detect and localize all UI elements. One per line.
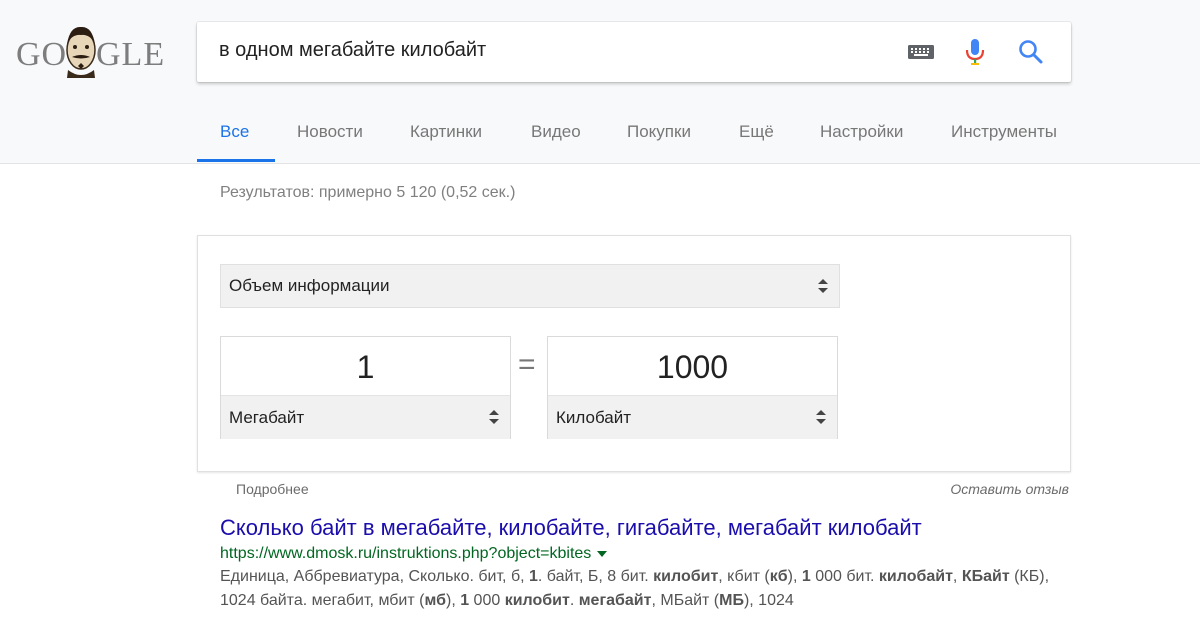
logo-text-right: GLE bbox=[96, 36, 166, 73]
from-value-input[interactable]: 1 bbox=[221, 337, 510, 395]
tab-news[interactable]: Новости bbox=[297, 106, 363, 164]
snippet-text: . байт, Б, 8 бит. bbox=[537, 568, 654, 585]
to-unit-box: 1000 Килобайт bbox=[547, 336, 838, 439]
search-icon[interactable] bbox=[1015, 36, 1047, 68]
select-arrows-icon bbox=[818, 279, 828, 293]
snippet-highlight: 1 bbox=[460, 592, 470, 609]
snippet-highlight: мегабайт bbox=[578, 592, 652, 609]
snippet-highlight: 1 bbox=[529, 568, 538, 585]
result-url-row: https://www.dmosk.ru/instruktions.php?ob… bbox=[220, 545, 1060, 563]
snippet-highlight: КБайт bbox=[961, 568, 1010, 585]
search-box bbox=[197, 22, 1071, 82]
category-select-label: Объем информации bbox=[229, 276, 390, 295]
to-value-input[interactable]: 1000 bbox=[548, 337, 837, 395]
keyboard-icon[interactable] bbox=[905, 36, 937, 68]
mic-icon[interactable] bbox=[959, 36, 991, 68]
category-select[interactable]: Объем информации bbox=[220, 264, 840, 308]
snippet-text: 000 bbox=[469, 592, 505, 609]
snippet-highlight: мб bbox=[424, 592, 446, 609]
snippet-highlight: килобит bbox=[653, 568, 719, 585]
results-stats: Результатов: примерно 5 120 (0,52 сек.) bbox=[220, 184, 516, 201]
from-unit-select[interactable]: Мегабайт bbox=[221, 395, 510, 439]
logo-text-left: GO bbox=[16, 36, 68, 73]
select-arrows-icon bbox=[816, 410, 826, 424]
from-unit-label: Мегабайт bbox=[229, 408, 305, 427]
tab-images[interactable]: Картинки bbox=[410, 106, 482, 164]
tab-more[interactable]: Ещё bbox=[739, 106, 774, 164]
to-unit-label: Килобайт bbox=[556, 408, 632, 427]
snippet-text: Единица, Аббревиатура, Сколько. бит, б, bbox=[220, 568, 529, 585]
tab-settings[interactable]: Настройки bbox=[820, 106, 903, 164]
select-arrows-icon bbox=[489, 410, 499, 424]
tab-all[interactable]: Все bbox=[220, 106, 249, 164]
snippet-text: , кбит ( bbox=[718, 568, 770, 585]
feedback-link[interactable]: Оставить отзыв bbox=[950, 481, 1069, 497]
tab-video[interactable]: Видео bbox=[531, 106, 581, 164]
to-unit-select[interactable]: Килобайт bbox=[548, 395, 837, 439]
result-snippet: Единица, Аббревиатура, Сколько. бит, б, … bbox=[220, 565, 1060, 613]
snippet-highlight: 1 bbox=[801, 568, 811, 585]
snippet-text: ), 1024 bbox=[743, 592, 794, 609]
snippet-text: ), bbox=[787, 568, 802, 585]
snippet-highlight: килобит bbox=[504, 592, 570, 609]
snippet-text: 000 бит. bbox=[810, 568, 879, 585]
equals-sign: = bbox=[518, 348, 536, 381]
snippet-highlight: МБ bbox=[719, 592, 744, 609]
search-input[interactable] bbox=[219, 39, 859, 62]
google-doodle-logo[interactable]: GO GLE bbox=[16, 20, 168, 86]
result-url: https://www.dmosk.ru/instruktions.php?ob… bbox=[220, 545, 592, 562]
header: GO GLE в одном мегабайте килобайт Все Но… bbox=[0, 0, 1200, 164]
from-unit-box: 1 Мегабайт bbox=[220, 336, 511, 439]
tab-shopping[interactable]: Покупки bbox=[627, 106, 691, 164]
more-info-link[interactable]: Подробнее bbox=[236, 481, 309, 497]
unit-converter: Объем информации 1 Мегабайт = 1000 Килоб… bbox=[197, 235, 1071, 472]
result-title-link[interactable]: Сколько байт в мегабайте, килобайте, гиг… bbox=[220, 515, 1060, 541]
snippet-highlight: кб bbox=[769, 568, 788, 585]
snippet-text: , bbox=[952, 568, 962, 585]
tab-tools[interactable]: Инструменты bbox=[951, 106, 1057, 164]
active-tab-indicator bbox=[197, 159, 275, 162]
snippet-text: ), bbox=[445, 592, 461, 609]
search-result: Сколько байт в мегабайте, килобайте, гиг… bbox=[220, 515, 1060, 613]
snippet-text: , МБайт ( bbox=[651, 592, 720, 609]
url-dropdown-arrow-icon[interactable] bbox=[597, 550, 608, 557]
doodle-portrait-icon bbox=[66, 26, 96, 78]
snippet-text: . bbox=[569, 592, 579, 609]
snippet-highlight: килобайт bbox=[878, 568, 953, 585]
